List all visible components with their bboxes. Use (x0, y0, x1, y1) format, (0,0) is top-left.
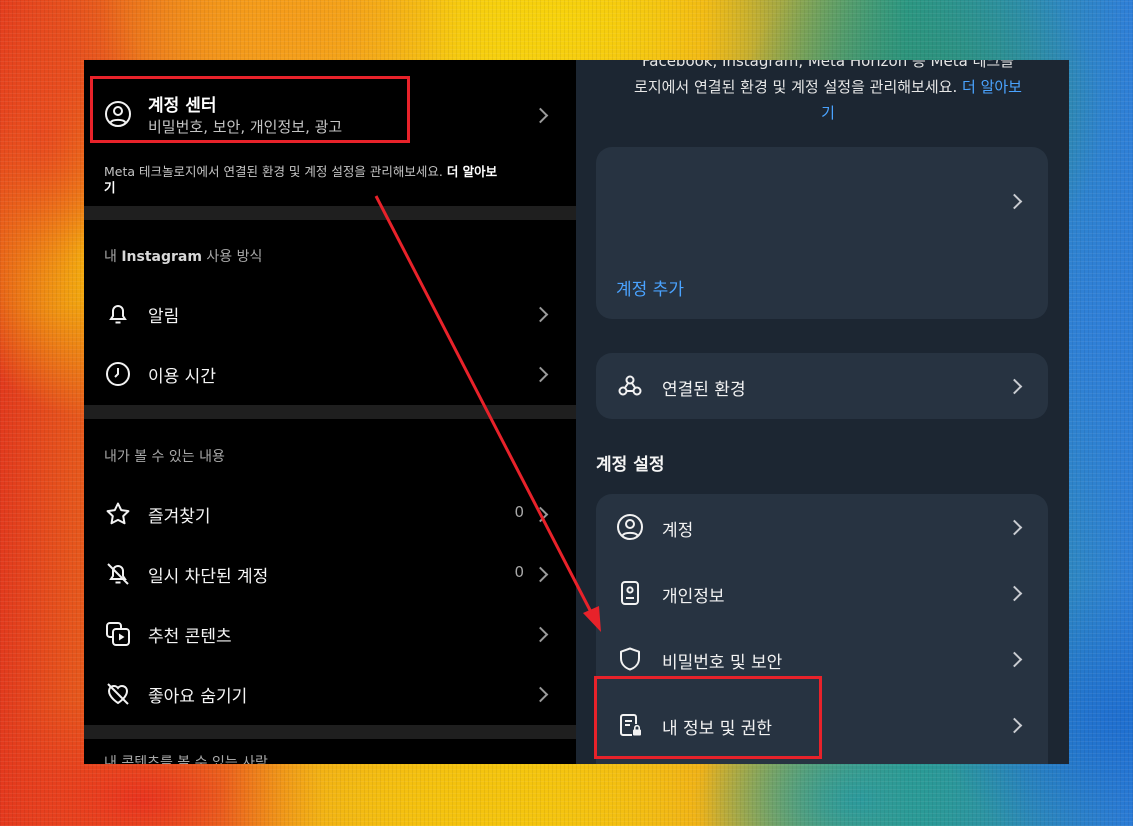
intro-line-2: 로지에서 연결된 환경 및 계정 설정을 관리해보세요. (634, 78, 958, 96)
section-header-brand: Instagram (121, 249, 202, 265)
person-circle-icon (617, 514, 643, 540)
chevron-right-icon (1006, 378, 1023, 395)
chevron-right-icon (1006, 519, 1023, 536)
meta-note-text: Meta 테크놀로지에서 연결된 환경 및 계정 설정을 관리해보세요. (104, 164, 443, 179)
menu-item-label: 좋아요 숨기기 (148, 687, 248, 707)
menu-item-label: 일시 차단된 계정 (148, 567, 269, 587)
highlight-box-your-info-permissions (594, 676, 822, 759)
chevron-right-icon (532, 107, 549, 124)
learn-more-link-wrap[interactable]: 기 (104, 180, 116, 195)
chevron-right-icon (1006, 585, 1023, 602)
section-header-usage: 내 Instagram 사용 방식 (104, 246, 262, 266)
account-settings-header: 계정 설정 (596, 455, 665, 475)
suggested-content-icon (106, 622, 130, 646)
star-icon (106, 502, 130, 525)
section-header-content: 내가 볼 수 있는 내용 (104, 449, 225, 465)
menu-item-label: 이용 시간 (148, 367, 216, 387)
chevron-right-icon (1006, 651, 1023, 668)
menu-item-muted-accounts[interactable]: 일시 차단된 계정 0 (84, 544, 576, 604)
menu-item-suggested-content[interactable]: 추천 콘텐츠 (84, 604, 576, 664)
menu-item-screen-time[interactable]: 이용 시간 (84, 344, 576, 404)
chevron-right-icon[interactable] (1006, 193, 1023, 210)
section-divider (84, 206, 576, 220)
learn-more-link-wrap[interactable]: 기 (598, 100, 1058, 126)
settings-item-account[interactable]: 계정 (596, 494, 1048, 560)
chevron-right-icon (1006, 717, 1023, 734)
section-divider (84, 405, 576, 419)
intro-line-1: Facebook, Instagram, Meta Horizon 등 Meta… (642, 60, 1014, 70)
settings-item-label: 개인정보 (662, 587, 725, 607)
chevron-right-icon (532, 366, 549, 383)
menu-item-label: 알림 (148, 307, 180, 327)
chevron-right-icon (532, 626, 549, 643)
chevron-right-icon (532, 566, 549, 583)
connected-experiences-card: 연결된 환경 (596, 353, 1048, 419)
right-account-center-panel: Facebook, Instagram, Meta Horizon 등 Meta… (576, 60, 1069, 764)
settings-item-personal-info[interactable]: 개인정보 (596, 560, 1048, 626)
muted-bell-icon (107, 563, 129, 585)
item-count: 0 (514, 563, 524, 581)
learn-more-link[interactable]: 더 알아보 (447, 164, 497, 179)
menu-item-hide-likes[interactable]: 좋아요 숨기기 (84, 664, 576, 724)
connected-experiences-label: 연결된 환경 (662, 380, 746, 400)
section-header-prefix: 내 (104, 249, 117, 265)
section-header-suffix: 사용 방식 (206, 249, 263, 265)
add-account-link[interactable]: 계정 추가 (616, 275, 684, 300)
profiles-card: 계정 추가 (596, 147, 1048, 319)
settings-item-label: 계정 (662, 521, 694, 541)
id-badge-icon (621, 581, 639, 605)
menu-item-favorites[interactable]: 즐겨찾기 0 (84, 484, 576, 544)
connected-nodes-icon (618, 375, 642, 396)
chevron-right-icon (532, 686, 549, 703)
meta-note: Meta 테크놀로지에서 연결된 환경 및 계정 설정을 관리해보세요. 더 알… (104, 164, 560, 196)
item-count: 0 (514, 503, 524, 521)
clock-icon (106, 362, 130, 386)
shield-icon (620, 647, 640, 671)
menu-item-label: 즐겨찾기 (148, 507, 211, 527)
chevron-right-icon (532, 306, 549, 323)
bell-icon (109, 305, 127, 324)
menu-item-notifications[interactable]: 알림 (84, 284, 576, 344)
menu-item-label: 추천 콘텐츠 (148, 627, 232, 647)
chevron-right-icon (532, 506, 549, 523)
section-header-audience: 내 콘텐츠를 볼 수 있는 사람 (104, 755, 268, 764)
heart-off-icon (107, 683, 129, 705)
section-divider (84, 725, 576, 739)
intro-text: Facebook, Instagram, Meta Horizon 등 Meta… (598, 60, 1058, 126)
connected-experiences-row[interactable]: 연결된 환경 (596, 353, 1048, 419)
left-settings-panel: 계정 센터 비밀번호, 보안, 개인정보, 광고 Meta 테크놀로지에서 연결… (84, 60, 576, 764)
highlight-box-account-center (90, 76, 410, 143)
learn-more-link[interactable]: 더 알아보 (962, 78, 1022, 96)
settings-item-label: 비밀번호 및 보안 (662, 653, 783, 673)
